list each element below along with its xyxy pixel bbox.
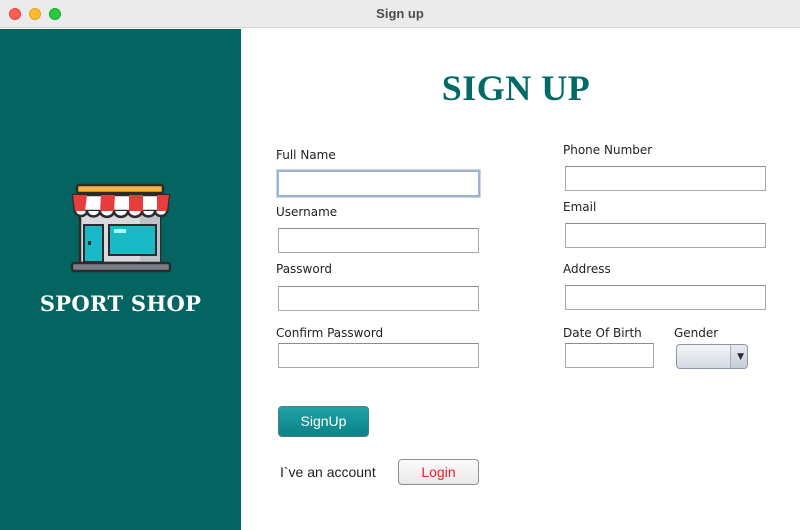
signup-window: Sign up SPORT SHOP SIGN UP Full Name Use… bbox=[0, 0, 800, 530]
address-input[interactable] bbox=[565, 285, 766, 310]
email-input[interactable] bbox=[565, 223, 766, 248]
signup-form: SIGN UP Full Name Username Password Conf… bbox=[241, 29, 800, 530]
page-title: SIGN UP bbox=[441, 68, 591, 108]
password-label: Password bbox=[276, 262, 333, 276]
full-name-input[interactable] bbox=[277, 170, 480, 197]
login-button[interactable]: Login bbox=[398, 459, 479, 485]
email-label: Email bbox=[563, 200, 597, 214]
storefront-icon bbox=[70, 183, 172, 273]
chevron-down-icon: ▼ bbox=[737, 352, 744, 362]
address-label: Address bbox=[563, 262, 611, 276]
title-bar[interactable]: Sign up bbox=[0, 0, 800, 28]
have-account-text: I`ve an account bbox=[280, 464, 376, 480]
confirm-password-label: Confirm Password bbox=[276, 326, 384, 340]
full-name-label: Full Name bbox=[276, 148, 336, 162]
date-of-birth-label: Date Of Birth bbox=[563, 326, 642, 340]
phone-number-label: Phone Number bbox=[563, 143, 653, 157]
confirm-password-input[interactable] bbox=[278, 343, 479, 368]
gender-label: Gender bbox=[674, 326, 719, 340]
password-input[interactable] bbox=[278, 286, 479, 311]
brand-name: SPORT SHOP bbox=[39, 291, 202, 316]
gender-select[interactable]: ▼ bbox=[676, 344, 748, 369]
window-title: Sign up bbox=[376, 6, 424, 21]
gender-dropdown-toggle[interactable]: ▼ bbox=[730, 345, 747, 368]
username-input[interactable] bbox=[278, 228, 479, 253]
phone-number-input[interactable] bbox=[565, 166, 766, 191]
username-label: Username bbox=[276, 205, 338, 219]
signup-button[interactable]: SignUp bbox=[278, 406, 369, 437]
sidebar: SPORT SHOP bbox=[0, 29, 241, 530]
date-of-birth-input[interactable] bbox=[565, 343, 654, 368]
